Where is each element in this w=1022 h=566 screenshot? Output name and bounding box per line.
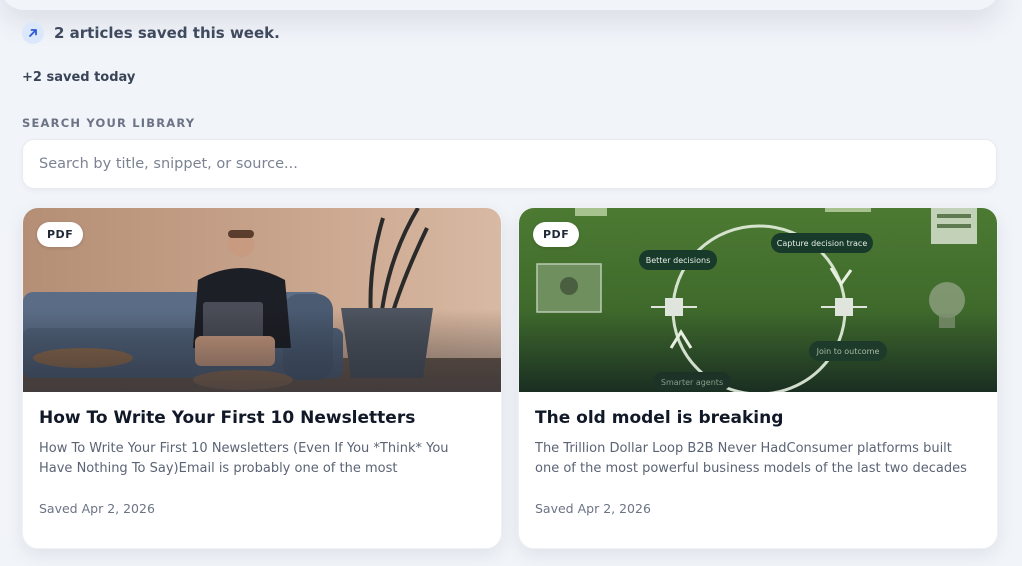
diagram-node: Smarter agents	[653, 372, 731, 390]
weekly-summary: 2 articles saved this week.	[22, 21, 280, 45]
svg-text:Better decisions: Better decisions	[646, 256, 711, 265]
article-thumbnail: Better decisions Capture decision trace …	[519, 208, 997, 396]
diagram-node: Join to outcome	[809, 341, 887, 361]
article-card[interactable]: PDF How To Write Your First 10 Newslette…	[22, 207, 502, 549]
saved-date: Saved Apr 2, 2026	[535, 501, 651, 516]
saved-date: Saved Apr 2, 2026	[39, 501, 155, 516]
header-shadow	[0, 0, 1000, 10]
article-card[interactable]: Better decisions Capture decision trace …	[518, 207, 998, 549]
arrow-up-right-icon	[22, 22, 44, 44]
article-title[interactable]: How To Write Your First 10 Newsletters	[39, 408, 485, 428]
diagram-node: Better decisions	[639, 250, 717, 270]
file-type-badge: PDF	[37, 222, 84, 247]
article-snippet: The Trillion Dollar Loop B2B Never HadCo…	[535, 441, 967, 476]
search-input[interactable]	[22, 139, 997, 189]
svg-text:Join to outcome: Join to outcome	[816, 347, 880, 356]
search-label: SEARCH YOUR LIBRARY	[22, 116, 196, 130]
article-thumbnail	[23, 208, 501, 392]
article-snippet: How To Write Your First 10 Newsletters (…	[39, 441, 449, 476]
svg-text:Capture decision trace: Capture decision trace	[777, 239, 868, 248]
weekly-summary-text: 2 articles saved this week.	[54, 24, 280, 42]
saved-today-count: +2 saved today	[22, 70, 136, 85]
svg-text:Smarter agents: Smarter agents	[661, 378, 723, 387]
article-title[interactable]: The old model is breaking	[535, 408, 981, 428]
file-type-badge: PDF	[533, 222, 580, 247]
diagram-node: Capture decision trace	[771, 233, 873, 253]
